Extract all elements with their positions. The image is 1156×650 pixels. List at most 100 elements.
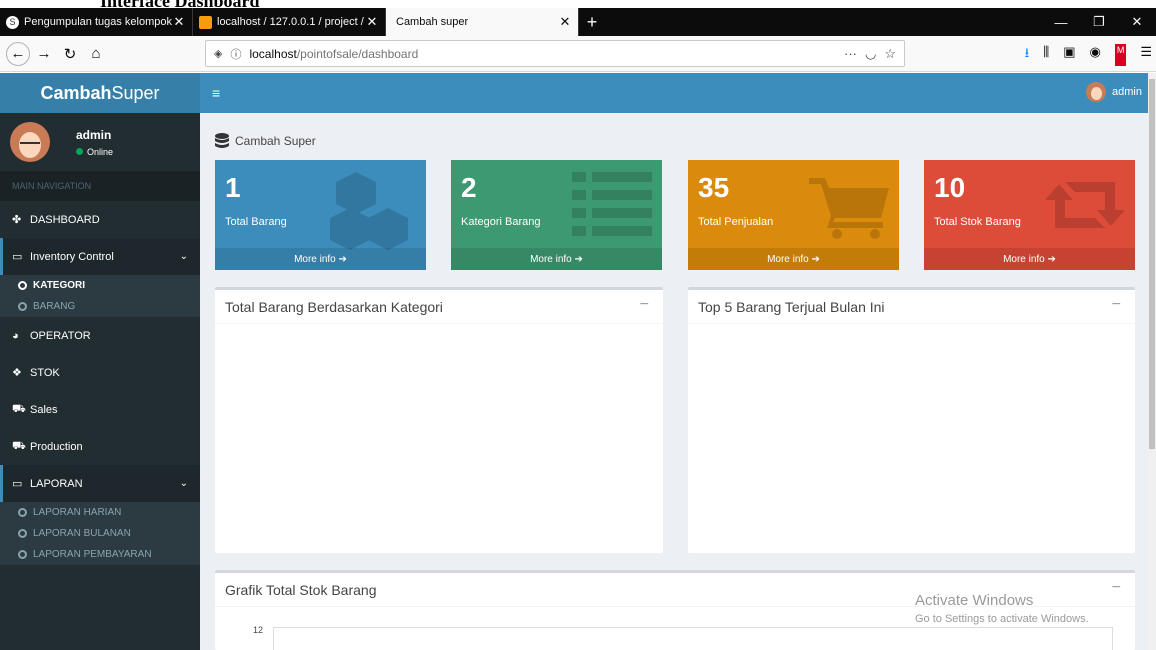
folder-icon: ▭ (12, 251, 23, 263)
tab-title: Pengumpulan tugas kelompok (24, 16, 172, 28)
panel-top5: Top 5 Barang Terjual Bulan Ini − (688, 287, 1135, 553)
panel-kategori: Total Barang Berdasarkan Kategori − (215, 287, 663, 553)
browser-tab-bar: S Pengumpulan tugas kelompok ✕ localhost… (0, 8, 1156, 36)
sidebar-item-dashboard[interactable]: ✤ DASHBOARD (0, 201, 200, 238)
phpmyadmin-icon (199, 15, 212, 29)
more-info-link[interactable]: More info ➔ (924, 248, 1135, 270)
extension-icon[interactable]: M (1114, 44, 1127, 66)
download-icon[interactable]: ⭳ (1025, 44, 1030, 66)
shield-icon[interactable]: ◈ (214, 47, 222, 60)
box-value: 1 (225, 172, 241, 203)
sidebar-item-laporan-pembayaran[interactable]: LAPORAN PEMBAYARAN (0, 544, 200, 565)
more-info-link[interactable]: More info ➔ (451, 248, 662, 270)
reload-icon[interactable]: ↻ (58, 42, 82, 66)
tab-close-icon[interactable]: ✕ (365, 14, 379, 30)
top-user-name: admin (1112, 86, 1142, 98)
minus-icon[interactable]: − (1112, 579, 1121, 597)
account-icon[interactable]: ◉ (1090, 44, 1101, 66)
new-tab-button[interactable]: + (579, 8, 605, 36)
minus-icon[interactable]: − (640, 296, 649, 314)
nav-header: MAIN NAVIGATION (0, 171, 200, 201)
library-icon[interactable]: ⫼ (1043, 44, 1049, 66)
box-label: Total Penjualan (698, 216, 774, 228)
pocket-icon[interactable]: ◡ (865, 46, 876, 62)
dashboard-icon: ✤ (12, 214, 22, 226)
home-icon[interactable]: ⌂ (84, 42, 108, 66)
logo-bold: Cambah (40, 82, 112, 103)
forward-arrow-icon[interactable]: → (32, 42, 56, 66)
box-label: Total Barang (225, 216, 287, 228)
cart-icon (809, 178, 889, 239)
page-actions-icon[interactable]: ··· (844, 46, 857, 62)
bookmark-star-icon[interactable]: ☆ (884, 46, 896, 62)
back-arrow-icon[interactable]: ← (6, 41, 30, 66)
retweet-icon (1045, 182, 1125, 228)
circle-icon (18, 281, 27, 290)
sidebar-item-operator[interactable]: ◕ OPERATOR (0, 317, 200, 354)
sidebar: Cambah Super admin Online MAIN NAVIGATION… (0, 73, 200, 650)
page-scrollbar[interactable] (1148, 73, 1156, 650)
avatar (1086, 82, 1107, 102)
browser-tab-3-active[interactable]: Cambah super ✕ (386, 8, 579, 36)
top-user-menu[interactable]: admin (1086, 82, 1142, 102)
chevron-down-icon: ⌄ (179, 478, 188, 489)
panel-title: Top 5 Barang Terjual Bulan Ini (698, 298, 885, 315)
arrow-circle-right-icon: ➔ (811, 253, 820, 265)
arrow-circle-right-icon: ➔ (1047, 253, 1056, 265)
arrow-circle-right-icon: ➔ (338, 253, 347, 265)
sidebar-item-laporan[interactable]: ▭ LAPORAN ⌄ (0, 465, 200, 502)
sidebar-item-barang[interactable]: BARANG (0, 296, 200, 317)
folder-icon: ▭ (12, 478, 23, 490)
breadcrumb-title: Cambah Super (235, 134, 316, 148)
sidebar-item-laporan-harian[interactable]: LAPORAN HARIAN (0, 502, 200, 523)
close-window-icon[interactable]: ✕ (1118, 8, 1156, 36)
app-logo[interactable]: Cambah Super (0, 73, 200, 113)
window-controls: — ❐ ✕ (1042, 8, 1156, 36)
box-label: Total Stok Barang (934, 216, 1021, 228)
tab-close-icon[interactable]: ✕ (558, 14, 572, 30)
box-total-barang: 1 Total Barang More info ➔ (215, 160, 426, 270)
url-path: /pointofsale/dashboard (296, 46, 419, 61)
sidebar-item-sales[interactable]: ⛟ Sales (0, 391, 200, 428)
panel-title: Grafik Total Stok Barang (225, 581, 377, 598)
sidebar-item-kategori[interactable]: KATEGORI (0, 275, 200, 296)
more-info-link[interactable]: More info ➔ (215, 248, 426, 270)
browser-tab-2[interactable]: localhost / 127.0.0.1 / project / ✕ (193, 8, 386, 36)
cubes-icon (330, 172, 408, 250)
box-value: 2 (461, 172, 477, 203)
circle-icon (18, 508, 27, 517)
url-host: localhost (249, 46, 297, 61)
sidebar-item-inventory-control[interactable]: ▭ Inventory Control ⌄ (0, 238, 200, 275)
circle-icon (18, 550, 27, 559)
restore-icon[interactable]: ❐ (1080, 8, 1118, 36)
tab-title: Cambah super (396, 16, 469, 28)
info-icon[interactable]: ⓘ (230, 46, 241, 62)
sidebar-item-laporan-bulanan[interactable]: LAPORAN BULANAN (0, 523, 200, 544)
cart-icon: ⛟ (12, 402, 26, 415)
more-info-link[interactable]: More info ➔ (688, 248, 899, 270)
url-bar[interactable]: ◈ ⓘ localhost /pointofsale/dashboard ···… (205, 40, 905, 67)
circle-icon (18, 302, 27, 311)
box-total-penjualan: 35 Total Penjualan More info ➔ (688, 160, 899, 270)
cubes-icon: ❖ (12, 367, 22, 379)
user-name: admin (76, 127, 112, 142)
user-panel: admin Online (0, 113, 200, 171)
cart-icon: ⛟ (12, 439, 26, 452)
tab-close-icon[interactable]: ✕ (172, 14, 186, 30)
box-value: 10 (934, 172, 966, 203)
inventory-submenu: KATEGORI BARANG (0, 275, 200, 317)
minimize-icon[interactable]: — (1042, 8, 1080, 36)
browser-tab-1[interactable]: S Pengumpulan tugas kelompok ✕ (0, 8, 193, 36)
sidebar-toggle-icon[interactable]: ▣ (1063, 44, 1075, 66)
sidebar-item-production[interactable]: ⛟ Production (0, 428, 200, 465)
chevron-down-icon: ⌄ (179, 251, 188, 262)
sidebar-item-stok[interactable]: ❖ STOK (0, 354, 200, 391)
minus-icon[interactable]: − (1112, 296, 1121, 314)
user-status: Online (76, 147, 113, 157)
document-heading-strip: Interface Dashboard (0, 0, 1156, 8)
hamburger-icon[interactable]: ≡ (212, 85, 220, 101)
chart-area (273, 627, 1113, 650)
menu-icon[interactable]: ☰ (1140, 44, 1152, 66)
list-icon (572, 172, 652, 236)
browser-toolbar: ⭳ ⫼ ▣ ◉ M ☰ (1025, 44, 1152, 66)
